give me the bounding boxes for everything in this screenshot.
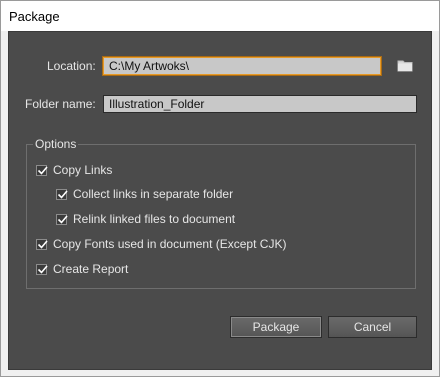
window-title: Package (9, 9, 60, 24)
collect-links-label: Collect links in separate folder (73, 187, 234, 201)
checkmark-icon (56, 188, 68, 200)
relink-files-checkbox[interactable]: Relink linked files to document (56, 211, 235, 227)
copy-links-label: Copy Links (53, 163, 113, 177)
folder-name-label: Folder name: (25, 97, 96, 111)
dialog-body: Location: C:\My Artwoks\ Folder name: Il… (8, 31, 432, 370)
cancel-button[interactable]: Cancel (328, 316, 417, 338)
copy-fonts-checkbox[interactable]: Copy Fonts used in document (Except CJK) (36, 236, 286, 252)
relink-files-label: Relink linked files to document (73, 212, 236, 226)
options-legend: Options (35, 137, 77, 151)
location-label: Location: (47, 59, 96, 73)
package-button[interactable]: Package (230, 316, 322, 338)
checkmark-icon (36, 263, 48, 275)
title-bar: Package (1, 1, 439, 31)
folder-icon[interactable] (397, 59, 413, 77)
collect-links-checkbox[interactable]: Collect links in separate folder (56, 186, 233, 202)
folder-name-input[interactable]: Illustration_Folder (103, 95, 417, 113)
create-report-checkbox[interactable]: Create Report (36, 261, 128, 277)
create-report-label: Create Report (53, 262, 129, 276)
copy-links-checkbox[interactable]: Copy Links (36, 162, 112, 178)
package-dialog: Package Location: C:\My Artwoks\ Folder … (0, 0, 440, 377)
checkmark-icon (56, 213, 68, 225)
copy-fonts-label: Copy Fonts used in document (Except CJK) (53, 237, 287, 251)
checkmark-icon (36, 238, 48, 250)
checkmark-icon (36, 164, 48, 176)
location-input[interactable]: C:\My Artwoks\ (103, 57, 381, 75)
